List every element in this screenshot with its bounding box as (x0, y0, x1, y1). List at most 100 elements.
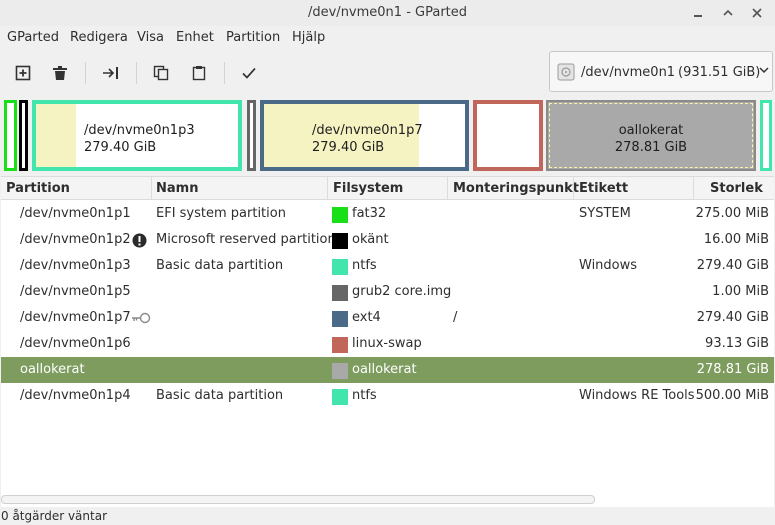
cell-filesystem: linux-swap (352, 336, 422, 351)
col-mountpoint[interactable]: Monteringspunkt (453, 177, 579, 200)
cell-size: 279.40 GiB (696, 310, 769, 325)
table-row[interactable]: /dev/nvme0n1p5 grub2 core.img 1.00 MiB (1, 279, 774, 305)
table-row[interactable]: /dev/nvme0n1p3 Basic data partition ntfs… (1, 253, 774, 279)
column-divider (447, 177, 448, 200)
disk-map: /dev/nvme0n1p3 279.40 GiB /dev/nvme0n1p7… (0, 96, 775, 176)
table-row-selected[interactable]: oallokerat oallokerat 278.81 GiB (1, 357, 774, 383)
diskmap-p3[interactable]: /dev/nvme0n1p3 279.40 GiB (32, 100, 242, 171)
cell-name: EFI system partition (156, 206, 286, 221)
used-space-bar (36, 104, 77, 167)
fs-color-swatch (332, 259, 348, 275)
cell-filesystem: ext4 (352, 310, 381, 325)
table-row[interactable]: /dev/nvme0n1p4 Basic data partition ntfs… (1, 383, 774, 409)
maximize-icon[interactable] (719, 4, 737, 22)
close-icon[interactable] (748, 4, 766, 22)
cell-filesystem: okänt (352, 232, 389, 247)
menu-help[interactable]: Hjälp (292, 30, 325, 45)
paste-icon[interactable] (187, 61, 211, 85)
fs-color-swatch (332, 311, 348, 327)
status-bar: 0 åtgärder väntar (0, 507, 775, 525)
cell-size: 500.00 MiB (695, 388, 769, 403)
menu-view[interactable]: Visa (137, 30, 164, 45)
diskmap-p7[interactable]: /dev/nvme0n1p7 279.40 GiB (260, 100, 469, 171)
diskmap-p5[interactable] (247, 100, 256, 171)
menu-partition[interactable]: Partition (226, 30, 280, 45)
table-header: Partition Namn Filsystem Monteringspunkt… (1, 177, 774, 200)
cell-size: 1.00 MiB (712, 284, 769, 299)
diskmap-unallocated[interactable]: oallokerat 278.81 GiB (546, 100, 756, 171)
horizontal-scrollbar[interactable] (1, 495, 595, 504)
col-size[interactable]: Storlek (710, 177, 763, 200)
cell-filesystem: ntfs (352, 388, 377, 403)
title-bar: /dev/nvme0n1 - GParted (0, 0, 775, 26)
col-partition[interactable]: Partition (6, 177, 70, 200)
toolbar-separator (136, 62, 137, 84)
col-filesystem[interactable]: Filsystem (333, 177, 403, 200)
table-row[interactable]: /dev/nvme0n1p7 ext4 / 279.40 GiB (1, 305, 774, 331)
warning-icon (132, 233, 147, 252)
column-divider (327, 177, 328, 200)
cell-label: Windows (579, 258, 638, 273)
cell-size: 278.81 GiB (696, 362, 769, 377)
fs-color-swatch (332, 337, 348, 353)
diskmap-p1[interactable] (4, 100, 17, 171)
cell-name: Basic data partition (156, 258, 284, 273)
toolbar-separator (85, 62, 86, 84)
column-divider (151, 177, 152, 200)
delete-icon[interactable] (48, 61, 72, 85)
new-partition-icon[interactable] (11, 61, 35, 85)
diskmap-p7-size: 279.40 GiB (312, 140, 385, 155)
cell-size: 16.00 MiB (703, 232, 769, 247)
cell-partition: /dev/nvme0n1p3 (20, 258, 131, 273)
fs-color-swatch (332, 389, 348, 405)
col-name[interactable]: Namn (156, 177, 198, 200)
diskmap-p3-size: 279.40 GiB (84, 140, 157, 155)
diskmap-unalloc-size: 278.81 GiB (614, 140, 688, 155)
diskmap-p4[interactable] (760, 100, 772, 171)
device-size: (931.51 GiB) (678, 65, 761, 80)
cell-partition: /dev/nvme0n1p1 (20, 206, 131, 221)
cell-size: 279.40 GiB (696, 258, 769, 273)
menu-device[interactable]: Enhet (176, 30, 214, 45)
fs-color-swatch (332, 233, 348, 249)
fs-color-swatch (332, 285, 348, 301)
harddisk-icon (556, 62, 576, 86)
cell-size: 93.13 GiB (705, 336, 769, 351)
cell-name: Microsoft reserved partition (156, 232, 336, 247)
apply-icon[interactable] (237, 61, 261, 85)
key-icon (131, 312, 151, 328)
diskmap-unalloc-name: oallokerat (618, 123, 684, 138)
cell-partition: /dev/nvme0n1p4 (20, 388, 131, 403)
cell-filesystem: oallokerat (352, 362, 417, 377)
cell-partition: oallokerat (20, 362, 85, 377)
minimize-icon[interactable] (689, 4, 707, 22)
device-selector[interactable]: /dev/nvme0n1 (931.51 GiB) (549, 51, 773, 92)
cell-name: Basic data partition (156, 388, 284, 403)
cell-partition: /dev/nvme0n1p2 (20, 232, 131, 247)
menu-gparted[interactable]: GParted (7, 30, 59, 45)
device-name: /dev/nvme0n1 (581, 65, 676, 80)
cell-label: Windows RE Tools (579, 388, 695, 403)
fs-color-swatch (332, 207, 348, 223)
menu-bar: GParted Redigera Visa Enhet Partition Hj… (0, 26, 775, 50)
fs-color-swatch (332, 363, 348, 379)
cell-partition: /dev/nvme0n1p7 (20, 310, 131, 325)
diskmap-p7-name: /dev/nvme0n1p7 (312, 123, 423, 138)
diskmap-p6[interactable] (473, 100, 543, 171)
cell-mountpoint: / (453, 310, 458, 325)
column-divider (693, 177, 694, 200)
diskmap-p3-name: /dev/nvme0n1p3 (84, 123, 195, 138)
table-row[interactable]: /dev/nvme0n1p6 linux-swap 93.13 GiB (1, 331, 774, 357)
diskmap-p2[interactable] (19, 100, 28, 171)
table-row[interactable]: /dev/nvme0n1p1 EFI system partition fat3… (1, 201, 774, 227)
resize-move-icon[interactable] (99, 61, 123, 85)
copy-icon[interactable] (149, 61, 173, 85)
menu-edit[interactable]: Redigera (70, 30, 128, 45)
cell-size: 275.00 MiB (695, 206, 769, 221)
cell-filesystem: ntfs (352, 258, 377, 273)
col-label[interactable]: Etikett (579, 177, 628, 200)
toolbar-separator (224, 62, 225, 84)
cell-partition: /dev/nvme0n1p6 (20, 336, 131, 351)
cell-filesystem: fat32 (352, 206, 387, 221)
table-row[interactable]: /dev/nvme0n1p2 Microsoft reserved partit… (1, 227, 774, 253)
